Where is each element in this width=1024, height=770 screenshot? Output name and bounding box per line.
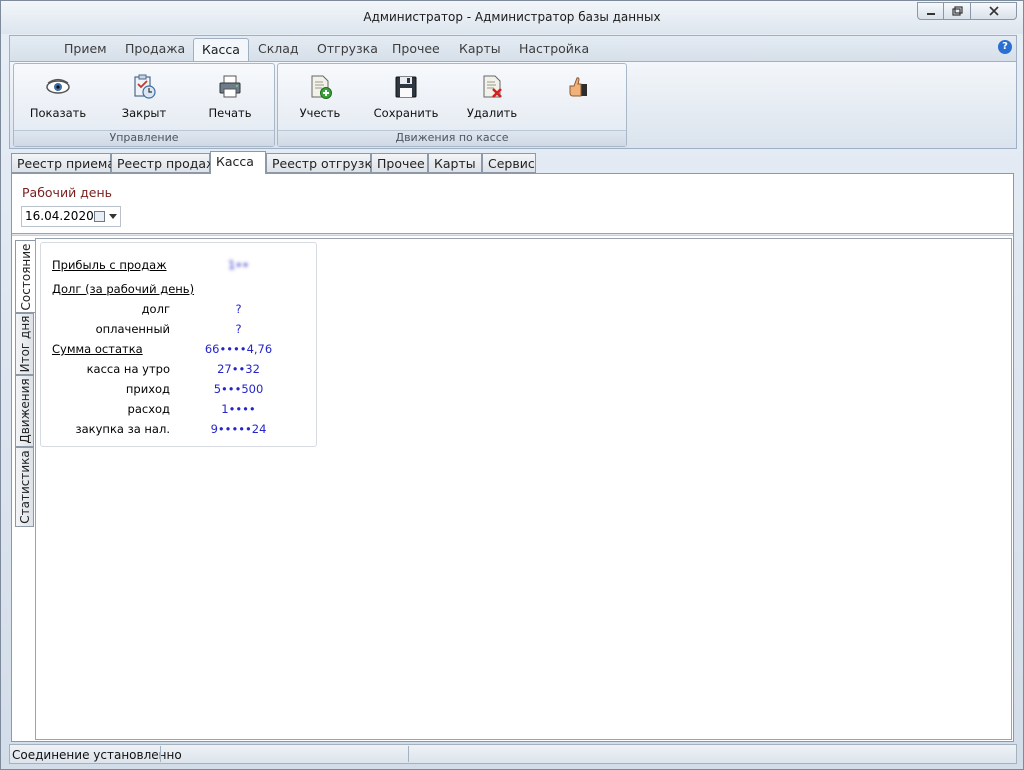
window-controls xyxy=(917,2,1017,20)
close-icon xyxy=(988,6,999,16)
account-label: Учесть xyxy=(299,106,341,120)
morning-cash-value: 27••32 xyxy=(217,362,260,376)
doc-tab-karty[interactable]: Карты xyxy=(428,153,482,173)
ribbon-tab-karty[interactable]: Карты xyxy=(459,41,501,56)
balance-value: 66••••4,76 xyxy=(204,342,273,356)
paid-value: ? xyxy=(235,322,242,336)
morning-cash-row: касса на утро 27••32 xyxy=(41,362,316,378)
doc-tab-prochee[interactable]: Прочее xyxy=(371,153,428,173)
status-separator xyxy=(160,746,161,762)
account-button[interactable]: Учесть xyxy=(284,74,356,120)
restore-icon xyxy=(951,6,963,16)
ribbon-panel: Показать Закрыт Печать Управление Учесть… xyxy=(9,61,1017,149)
side-tab-itog-dnya-label: Итог дня xyxy=(17,315,32,373)
calendar-icon[interactable] xyxy=(94,211,105,222)
splitter[interactable] xyxy=(12,233,1013,236)
purchase-label: закупка за нал. xyxy=(75,422,170,436)
status-bar: Соединение установленно xyxy=(9,744,1017,764)
thumbs-up-icon xyxy=(569,77,587,97)
minimize-icon xyxy=(926,13,935,15)
workday-label: Рабочий день xyxy=(22,185,113,200)
paid-label: оплаченный xyxy=(95,322,170,336)
close-day-label: Закрыт xyxy=(121,106,167,120)
ribbon-tab-prochee[interactable]: Прочее xyxy=(392,41,440,56)
kassa-content: Рабочий день 16.04.2020 Состояние Итог д… xyxy=(11,173,1014,742)
expense-value: 1•••• xyxy=(221,402,256,416)
balance-label: Сумма остатка xyxy=(52,342,143,356)
approve-button[interactable] xyxy=(542,74,614,106)
app-window: Администратор - Администратор базы данны… xyxy=(0,0,1024,770)
doc-tab-reestr-otgruzki[interactable]: Реестр отгрузки xyxy=(266,153,380,173)
ribbon-tab-sklad[interactable]: Склад xyxy=(258,41,299,56)
ribbon-tab-otgruzka[interactable]: Отгрузка xyxy=(317,41,378,56)
eye-icon xyxy=(46,78,70,94)
profit-row: Прибыль с продаж 1•• xyxy=(41,258,316,274)
connection-status: Соединение установленно xyxy=(12,748,182,762)
group-cash-label: Движения по кассе xyxy=(278,130,626,146)
ribbon-tab-kassa[interactable]: Касса xyxy=(193,38,249,62)
side-tab-itog-dnya[interactable]: Итог дня xyxy=(15,313,34,375)
title-bar: Администратор - Администратор базы данны… xyxy=(1,1,1023,34)
expense-row: расход 1•••• xyxy=(41,402,316,418)
side-tab-statistika-label: Статистика xyxy=(17,450,32,524)
help-icon[interactable]: ? xyxy=(998,40,1012,54)
purchase-value: 9•••••24 xyxy=(210,422,267,436)
morning-cash-label: касса на утро xyxy=(86,362,170,376)
side-tab-sostoyanie-label: Состояние xyxy=(19,243,33,310)
workday-date-value: 16.04.2020 xyxy=(25,209,94,223)
side-tab-dvizheniya-label: Движения xyxy=(17,378,32,444)
document-delete-icon xyxy=(483,75,502,98)
doc-tab-servis[interactable]: Сервис xyxy=(482,153,536,173)
debt-label: долг xyxy=(141,302,170,316)
state-panel: Прибыль с продаж 1•• Долг (за рабочий де… xyxy=(35,238,1012,740)
profit-value: 1•• xyxy=(228,258,249,272)
debt-header: Долг (за рабочий день) xyxy=(52,282,195,296)
window-title: Администратор - Администратор базы данны… xyxy=(363,10,661,24)
delete-label: Удалить xyxy=(466,106,518,120)
close-day-button[interactable]: Закрыт xyxy=(108,74,180,120)
floppy-disk-icon xyxy=(395,76,417,98)
delete-button[interactable]: Удалить xyxy=(456,74,528,120)
income-row: приход 5•••500 xyxy=(41,382,316,398)
save-label: Сохранить xyxy=(373,106,439,120)
income-label: приход xyxy=(125,382,170,396)
document-add-icon xyxy=(311,75,332,99)
printer-icon xyxy=(219,75,241,98)
print-button[interactable]: Печать xyxy=(194,74,266,120)
ribbon-tab-prodazha[interactable]: Продажа xyxy=(125,41,185,56)
chevron-down-icon[interactable] xyxy=(109,214,117,219)
print-label: Печать xyxy=(208,106,252,120)
save-button[interactable]: Сохранить xyxy=(370,74,442,120)
balance-row: Сумма остатка 66••••4,76 xyxy=(41,342,316,358)
show-label: Показать xyxy=(29,106,87,120)
income-value: 5•••500 xyxy=(213,382,264,396)
doc-tab-kassa[interactable]: Касса xyxy=(210,151,266,174)
side-tab-statistika[interactable]: Статистика xyxy=(15,447,34,527)
minimize-button[interactable] xyxy=(917,2,944,20)
state-summary-box: Прибыль с продаж 1•• Долг (за рабочий де… xyxy=(40,242,317,447)
status-separator xyxy=(408,746,409,762)
group-cash-movements: Учесть Сохранить Удалить Движения по кас… xyxy=(277,63,627,147)
side-tab-sostoyanie[interactable]: Состояние xyxy=(15,240,36,313)
group-manage: Показать Закрыт Печать Управление xyxy=(13,63,275,147)
paid-row: оплаченный ? xyxy=(41,322,316,338)
group-manage-label: Управление xyxy=(14,130,274,146)
debt-value: ? xyxy=(235,302,242,316)
maximize-button[interactable] xyxy=(944,2,971,20)
workday-date-picker[interactable]: 16.04.2020 xyxy=(21,206,121,227)
doc-tab-reestr-prodazh[interactable]: Реестр продаж xyxy=(111,153,217,173)
profit-label: Прибыль с продаж xyxy=(52,258,167,272)
doc-tab-reestr-priema[interactable]: Реестр приема xyxy=(11,153,115,173)
side-tab-dvizheniya[interactable]: Движения xyxy=(15,375,34,447)
ribbon-tab-bar: Прием Продажа Касса Склад Отгрузка Проче… xyxy=(9,35,1017,62)
debt-row: долг ? xyxy=(41,302,316,318)
show-button[interactable]: Показать xyxy=(22,74,94,120)
close-window-button[interactable] xyxy=(971,2,1017,20)
purchase-row: закупка за нал. 9•••••24 xyxy=(41,422,316,438)
clipboard-check-icon xyxy=(134,74,156,99)
expense-label: расход xyxy=(127,402,170,416)
ribbon-tab-nastroyka[interactable]: Настройка xyxy=(519,41,589,56)
ribbon-tab-priem[interactable]: Прием xyxy=(64,41,107,56)
debt-header-row: Долг (за рабочий день) xyxy=(41,282,316,298)
